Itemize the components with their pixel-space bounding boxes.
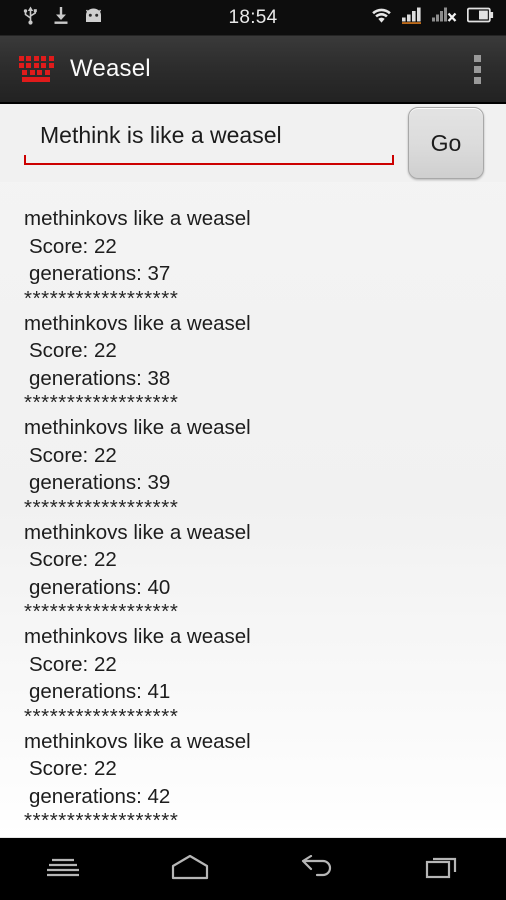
status-bar-right-icons — [371, 7, 494, 29]
entry-phrase: methinkovs like a weasel — [24, 416, 251, 439]
keyboard-icon — [16, 56, 56, 82]
entry-generations: generations: 41 — [29, 680, 171, 703]
list-item: methinkovs like a weasel Score: 22 generat… — [24, 519, 506, 602]
entry-phrase: methinkovs like a weasel — [24, 207, 251, 230]
overflow-dot — [473, 54, 481, 62]
list-item: methinkovs like a weasel Score: 22 generat… — [24, 728, 506, 811]
entry-phrase: methinkovs like a weasel — [24, 311, 251, 335]
entry-separator: ****************** — [24, 705, 179, 728]
signal-no-sim-icon — [432, 7, 458, 29]
phone-screen: 18:54 Weasel methinkovs like a weasel Sc… — [0, 0, 506, 900]
battery-icon — [466, 7, 494, 28]
home-button[interactable] — [127, 838, 254, 900]
list-item: methinkovs like a weasel Score: 22 generat… — [24, 414, 506, 497]
recents-icon — [424, 854, 462, 885]
status-bar: 18:54 — [0, 0, 506, 36]
back-icon — [297, 854, 335, 884]
app-title: Weasel — [70, 55, 151, 82]
entry-generations: generations: 42 — [29, 784, 171, 808]
entry-phrase: methinkovs like a weasel — [24, 520, 251, 544]
field-underline — [24, 154, 394, 165]
entry-score: Score: 22 — [29, 339, 117, 362]
list-item: methinkovs like a weasel Score: 22 generat… — [24, 623, 506, 706]
overflow-dot — [473, 65, 481, 73]
entry-separator: ****************** — [24, 810, 179, 832]
android-head-icon — [83, 8, 104, 28]
app-bar: Weasel — [0, 36, 506, 104]
content-area: methinkovs like a weasel Score: 22 generat… — [0, 104, 506, 838]
menu-icon — [44, 855, 82, 884]
entry-phrase: methinkovs like a weasel — [24, 729, 251, 753]
overflow-menu-button[interactable] — [464, 49, 490, 89]
status-bar-left-icons — [22, 5, 104, 30]
list-item: methinkovs like a weasel Score: 22 generat… — [24, 205, 506, 288]
entry-score: Score: 22 — [29, 652, 117, 676]
target-phrase-value[interactable]: Methink is like a weasel — [24, 122, 394, 155]
system-navigation-bar — [0, 838, 506, 900]
search-row: Methink is like a weasel Go — [0, 104, 506, 182]
usb-icon — [22, 5, 39, 30]
overflow-dot — [473, 76, 481, 84]
list-item: methinkovs like a weasel Score: 22 generat… — [24, 310, 506, 393]
entry-score: Score: 22 — [29, 443, 117, 467]
entry-generations: generations: 37 — [29, 262, 171, 285]
back-button[interactable] — [253, 838, 380, 900]
entry-separator: ****************** — [24, 496, 179, 519]
go-button[interactable]: Go — [408, 107, 484, 179]
entry-score: Score: 22 — [29, 234, 117, 258]
wifi-icon — [371, 7, 392, 29]
entry-phrase: methinkovs like a weasel — [24, 625, 251, 648]
recents-button[interactable] — [380, 838, 506, 900]
entry-generations: generations: 38 — [29, 366, 171, 390]
entry-separator: ****************** — [24, 601, 179, 623]
entry-separator: ****************** — [24, 392, 179, 414]
entry-generations: generations: 39 — [29, 471, 171, 494]
entry-separator: ****************** — [24, 287, 179, 310]
content-bottom-divider — [0, 837, 506, 838]
home-icon — [170, 854, 210, 885]
download-icon — [53, 6, 69, 30]
menu-button[interactable] — [0, 838, 127, 900]
target-phrase-field[interactable]: Methink is like a weasel — [24, 122, 408, 165]
entry-generations: generations: 40 — [29, 575, 171, 599]
entry-score: Score: 22 — [29, 757, 117, 780]
results-list: methinkovs like a weasel Score: 22 generat… — [0, 205, 506, 838]
signal-bars-icon — [401, 7, 423, 29]
entry-score: Score: 22 — [29, 548, 117, 571]
